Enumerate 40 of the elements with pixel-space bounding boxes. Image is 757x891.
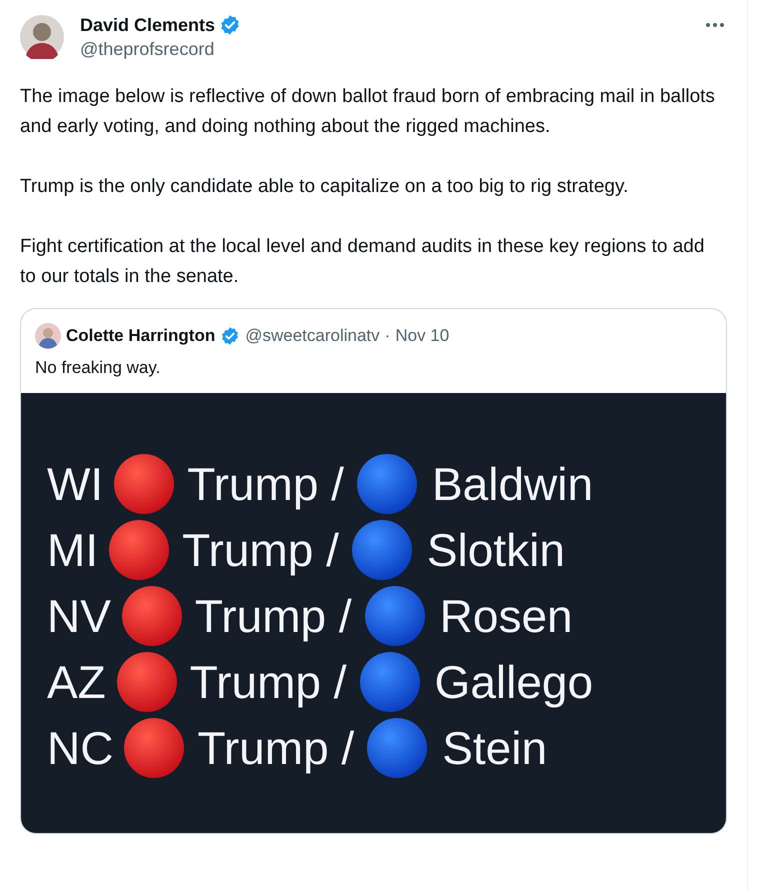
quoted-author-name[interactable]: Colette Harrington [66,323,216,349]
quoted-post-text: No freaking way. [35,357,162,379]
quoted-author-handle[interactable]: @sweetcarolinatv [245,323,380,349]
quoted-post-card[interactable]: Colette Harrington @sweetcarolinatv · Nov 10 No freaking way. WI Trump / Baldwin MI Trump / Slotkin NV Trump / Rosen AZ Trump / Gallego NC Trump / Stein [20,308,727,834]
ball-icon [108,518,170,580]
candidate-name: Trump / [182,522,339,578]
candidate-name: Rosen [440,588,573,644]
candidate-name: Slotkin [426,522,565,578]
ball-icon [358,650,421,712]
candidate-name: Gallego [434,654,594,710]
candidate-name: Trump / [194,588,352,644]
ball-icon [364,584,426,646]
post-text: The image below is reflective of down ballot fraud born of embracing mail in ballots and early voting, and doing nothing about the rigged machines. [20,85,716,139]
ball-icon [120,584,183,646]
avatar[interactable] [20,15,64,59]
ball-icon [116,650,178,712]
separator-dot: · [384,325,390,348]
author-handle[interactable]: @theprofsrecord [80,36,242,62]
ball-icon [366,716,428,778]
ball-icon [356,452,418,514]
state-code: NC [47,720,114,776]
post-text: Fight certification at the local level and demand audits in these key regions to add to our totals in the senate. [20,235,706,289]
candidate-name: Trump / [197,720,354,776]
attached-image[interactable]: WI Trump / Baldwin MI Trump / Slotkin NV Trump / Rosen AZ Trump / Gallego NC Trump / Stein [21,392,726,832]
post-date[interactable]: Nov 10 [395,323,450,349]
author-name[interactable]: David Clements [80,14,216,36]
post-text: Trump is the only candidate able to capitalize on a too big to rig strategy. [20,175,630,199]
candidate-name: Trump / [190,654,347,710]
avatar [35,323,61,349]
state-code: WI [47,456,104,512]
ball-icon [350,518,413,580]
state-code: MI [47,522,98,578]
candidate-name: Stein [442,720,548,776]
candidate-name: Baldwin [432,456,594,512]
candidate-name: Trump / [187,456,344,512]
ball-icon [123,716,186,778]
state-code: NV [47,588,111,644]
ball-icon [113,452,176,514]
more-icon[interactable] [705,22,725,28]
state-code: AZ [47,654,106,710]
